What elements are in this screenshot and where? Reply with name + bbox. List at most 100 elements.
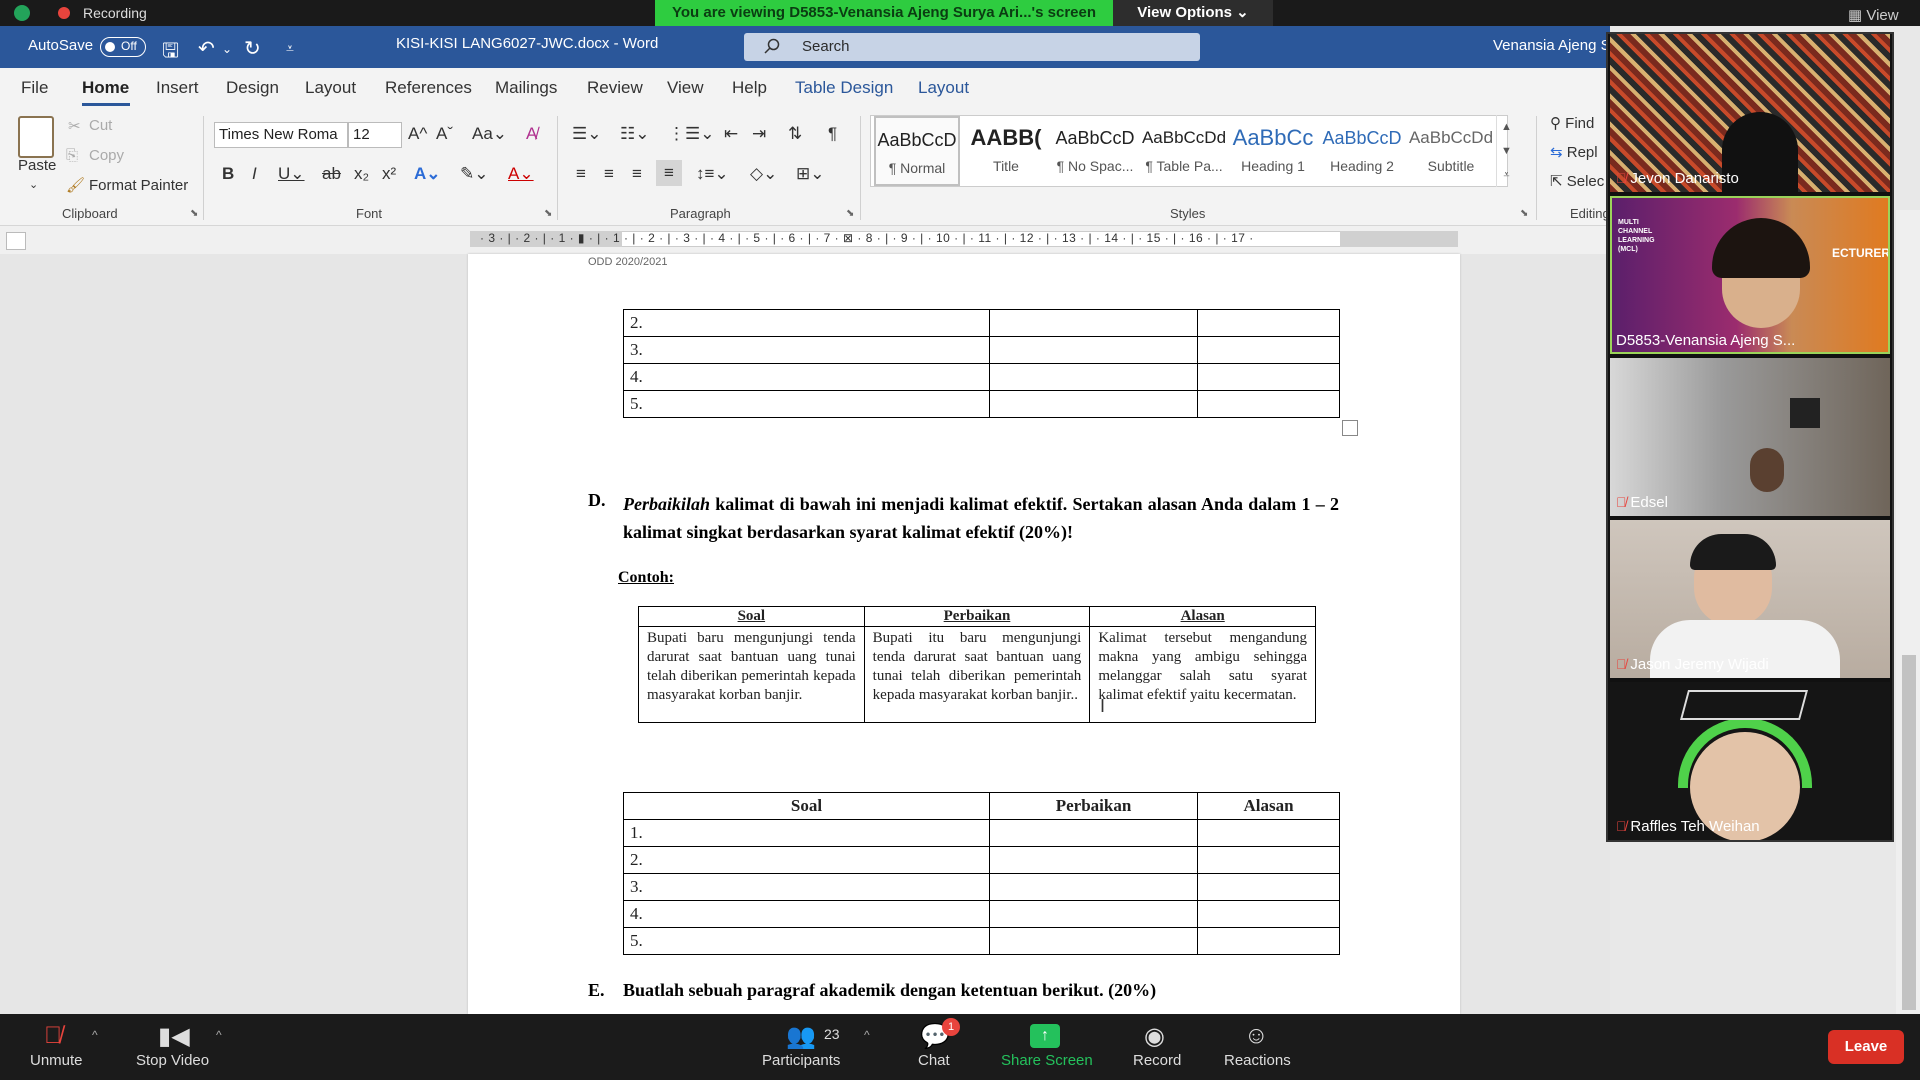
style-heading-2[interactable]: AaBbCcD Heading 2 bbox=[1319, 116, 1405, 186]
clear-formatting-icon[interactable]: A̸ bbox=[526, 124, 537, 144]
view-button[interactable]: ▦ View bbox=[1848, 6, 1899, 24]
customize-qat-icon[interactable]: ⩡ bbox=[286, 40, 294, 57]
tab-references[interactable]: References bbox=[385, 78, 472, 98]
find-button[interactable]: ⚲ Find bbox=[1550, 114, 1594, 132]
align-center-icon[interactable]: ≡ bbox=[604, 164, 614, 184]
tab-view[interactable]: View bbox=[667, 78, 704, 98]
sort-icon[interactable]: ⇅ bbox=[788, 124, 802, 144]
font-name-select[interactable]: Times New Roma bbox=[214, 122, 348, 148]
tab-table-design[interactable]: Table Design bbox=[795, 78, 893, 98]
style-table-paragraph[interactable]: AaBbCcDd ¶ Table Pa... bbox=[1141, 116, 1227, 186]
video-camera-icon[interactable]: ▮◀ bbox=[158, 1022, 190, 1051]
save-icon[interactable]: 🖫 bbox=[162, 36, 179, 70]
font-color-icon[interactable]: A⌄ bbox=[508, 164, 534, 184]
answer-table[interactable]: Soal Perbaikan Alasan 1. 2. 3. 4. 5. bbox=[623, 792, 1340, 955]
table-cell[interactable]: Bupati itu baru mengunjungi tenda darura… bbox=[863, 626, 1091, 723]
undo-dropdown-icon[interactable]: ⌄ bbox=[222, 42, 232, 56]
share-screen-icon[interactable]: ↑ bbox=[1030, 1024, 1060, 1048]
table-cell[interactable] bbox=[1197, 900, 1340, 928]
tab-help[interactable]: Help bbox=[732, 78, 767, 98]
participants-button[interactable]: Participants bbox=[762, 1052, 840, 1069]
bold-icon[interactable]: B bbox=[222, 164, 234, 184]
table-cell[interactable]: 4. bbox=[623, 900, 990, 928]
table-cell[interactable] bbox=[989, 846, 1198, 874]
table-cell[interactable] bbox=[989, 336, 1198, 364]
record-button[interactable]: Record bbox=[1133, 1052, 1181, 1069]
style-title[interactable]: AABB(Title bbox=[963, 116, 1049, 186]
audio-options-chevron-icon[interactable]: ^ bbox=[92, 1028, 98, 1042]
line-spacing-icon[interactable]: ↕≡⌄ bbox=[696, 164, 729, 184]
shrink-font-icon[interactable]: Aˇ bbox=[436, 124, 453, 144]
decrease-indent-icon[interactable]: ⇤ bbox=[724, 124, 738, 144]
search-input[interactable]: Search bbox=[744, 33, 1200, 61]
user-name[interactable]: Venansia Ajeng S bbox=[1493, 37, 1611, 54]
font-launcher-icon[interactable]: ⬊ bbox=[544, 208, 552, 219]
table-cell[interactable]: Bupati baru mengunjungi tenda darurat sa… bbox=[638, 626, 865, 723]
paste-dropdown-icon[interactable]: ⌄ bbox=[29, 178, 38, 191]
table-cell[interactable]: 3. bbox=[623, 873, 990, 901]
justify-icon[interactable]: ≡ bbox=[656, 160, 682, 186]
table-cell[interactable] bbox=[989, 390, 1198, 418]
replace-button[interactable]: ⇆ Repl bbox=[1550, 143, 1598, 161]
table-cell[interactable] bbox=[989, 873, 1198, 901]
chat-button[interactable]: Chat bbox=[918, 1052, 950, 1069]
table-cell[interactable] bbox=[989, 900, 1198, 928]
video-tile[interactable] bbox=[1610, 358, 1890, 516]
subscript-icon[interactable]: x₂ bbox=[354, 164, 369, 184]
share-screen-button[interactable]: Share Screen bbox=[1001, 1052, 1093, 1069]
reactions-icon[interactable]: ☺ bbox=[1244, 1022, 1269, 1050]
align-right-icon[interactable]: ≡ bbox=[632, 164, 642, 184]
borders-icon[interactable]: ⊞⌄ bbox=[796, 164, 825, 184]
numbering-icon[interactable]: ☷⌄ bbox=[620, 124, 649, 144]
paste-button[interactable]: Paste bbox=[18, 157, 56, 174]
paste-icon[interactable] bbox=[18, 116, 54, 158]
table-resize-handle[interactable] bbox=[1342, 420, 1358, 436]
grow-font-icon[interactable]: A^ bbox=[408, 124, 427, 144]
view-options-button[interactable]: View Options ⌄ bbox=[1113, 0, 1273, 26]
shading-icon[interactable]: ◇⌄ bbox=[750, 164, 777, 184]
table-cell[interactable]: 2. bbox=[623, 846, 990, 874]
style-subtitle[interactable]: AaBbCcDd Subtitle bbox=[1408, 116, 1494, 186]
autosave-toggle[interactable]: Off bbox=[100, 37, 146, 57]
redo-icon[interactable]: ↻ bbox=[244, 36, 261, 61]
table-header[interactable]: Perbaikan bbox=[863, 606, 1091, 627]
multilevel-list-icon[interactable]: ⋮☰⌄ bbox=[668, 124, 714, 144]
top-table[interactable]: 2. 3. 4. 5. bbox=[623, 309, 1340, 418]
table-cell[interactable] bbox=[1197, 873, 1340, 901]
increase-indent-icon[interactable]: ⇥ bbox=[752, 124, 766, 144]
style-normal[interactable]: AaBbCcD ¶ Normal bbox=[874, 116, 960, 186]
styles-scroll[interactable]: ▲ ▼ ⩡ bbox=[1496, 115, 1516, 187]
bullets-icon[interactable]: ☰⌄ bbox=[572, 124, 601, 144]
cut-button[interactable]: Cut bbox=[89, 117, 112, 134]
format-painter-button[interactable]: Format Painter bbox=[89, 177, 188, 194]
table-cell[interactable] bbox=[1197, 363, 1340, 391]
table-cell[interactable] bbox=[1197, 309, 1340, 337]
tab-table-layout[interactable]: Layout bbox=[918, 78, 969, 98]
record-icon[interactable]: ◉ bbox=[1144, 1022, 1165, 1051]
copy-button[interactable]: Copy bbox=[89, 147, 124, 164]
table-cell[interactable] bbox=[989, 927, 1198, 955]
table-cell[interactable]: 5. bbox=[623, 390, 990, 418]
table-cell[interactable]: Kalimat tersebut mengandung makna yang a… bbox=[1089, 626, 1316, 723]
participants-chevron-icon[interactable]: ^ bbox=[864, 1028, 870, 1042]
video-tile[interactable] bbox=[1610, 682, 1890, 840]
scrollbar-thumb[interactable] bbox=[1902, 655, 1916, 1010]
show-marks-icon[interactable]: ¶ bbox=[828, 124, 837, 144]
video-options-chevron-icon[interactable]: ^ bbox=[216, 1028, 222, 1042]
highlight-icon[interactable]: ✎⌄ bbox=[460, 164, 489, 184]
unmute-button[interactable]: Unmute bbox=[30, 1052, 83, 1069]
text-effects-icon[interactable]: A⌄ bbox=[414, 164, 441, 184]
table-cell[interactable]: 5. bbox=[623, 927, 990, 955]
stop-video-button[interactable]: Stop Video bbox=[136, 1052, 209, 1069]
table-cell[interactable] bbox=[989, 363, 1198, 391]
table-cell[interactable] bbox=[1197, 390, 1340, 418]
table-cell[interactable] bbox=[1197, 819, 1340, 847]
align-left-icon[interactable]: ≡ bbox=[576, 164, 586, 184]
strikethrough-icon[interactable]: ab bbox=[322, 164, 341, 184]
table-header[interactable]: Alasan bbox=[1089, 606, 1316, 627]
table-cell[interactable] bbox=[989, 819, 1198, 847]
paragraph-launcher-icon[interactable]: ⬊ bbox=[846, 208, 854, 219]
leave-button[interactable]: Leave bbox=[1828, 1030, 1904, 1064]
clipboard-launcher-icon[interactable]: ⬊ bbox=[190, 208, 198, 219]
muted-mic-icon[interactable]: 🎙̸ bbox=[44, 1022, 62, 1050]
